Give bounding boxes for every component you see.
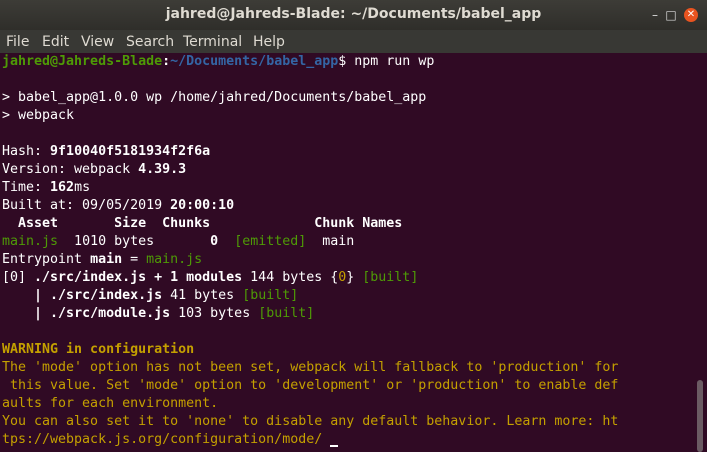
warning-line: The 'mode' option has not been set, webp… [2, 360, 619, 375]
built-badge: [built] [362, 270, 419, 285]
time-value: 162 [50, 180, 75, 195]
module-row: | ./src/index.js 41 bytes [built] [2, 287, 298, 305]
built-at-time: 20:00:10 [170, 198, 235, 213]
module-path: ./src/index.js [50, 288, 163, 303]
emitted-badge: [emitted] [234, 234, 307, 249]
version-value: 4.39.3 [138, 162, 187, 177]
asset-chunk: 0 [210, 234, 219, 249]
module-path: ./src/module.js [50, 306, 171, 321]
asset-chunk-name: main [306, 234, 355, 249]
menu-help[interactable]: Help [253, 34, 285, 50]
built-badge: [built] [258, 306, 315, 321]
scrollbar-thumb[interactable] [697, 380, 703, 452]
version-label: Version: webpack [2, 162, 139, 177]
asset-size: 1010 bytes [58, 234, 211, 249]
version-line: Version: webpack 4.39.3 [2, 161, 186, 179]
window-title: jahred@Jahreds-Blade: ~/Documents/babel_… [165, 6, 542, 22]
module-row: | ./src/module.js 103 bytes [built] [2, 305, 314, 323]
prompt-command: npm run wp [346, 54, 435, 69]
menu-edit[interactable]: Edit [42, 34, 69, 50]
warning-line: tps://webpack.js.org/configuration/mode/ [2, 431, 339, 449]
module-size: 103 bytes [170, 306, 259, 321]
module-row: [0] ./src/index.js + 1 modules 144 bytes… [2, 269, 418, 287]
menu-view[interactable]: View [81, 34, 114, 50]
maximize-icon[interactable]: □ [664, 8, 678, 22]
hash-line: Hash: 9f10040f5181934f2f6a [2, 143, 210, 161]
module-path: ./src/index.js + 1 modules [34, 270, 243, 285]
hash-label: Hash: [2, 144, 51, 159]
asset-row: main.js 1010 bytes 0 [emitted] main [2, 233, 354, 251]
time-line: Time: 162ms [2, 179, 90, 197]
text-cursor [330, 445, 339, 447]
warning-line: aults for each environment. [2, 396, 219, 411]
module-size: 41 bytes [162, 288, 243, 303]
module-prefix: | [2, 288, 51, 303]
asset-gap [218, 234, 234, 249]
warning-line: this value. Set 'mode' option to 'develo… [2, 378, 619, 393]
terminal-output[interactable]: jahred@Jahreds-Blade:~/Documents/babel_a… [2, 53, 692, 452]
warning-url: tps://webpack.js.org/configuration/mode/ [2, 432, 323, 447]
prompt-separator: : [162, 54, 171, 69]
prompt-path: ~/Documents/babel_app [170, 54, 339, 69]
menu-bar: File Edit View Search Terminal Help [0, 30, 707, 53]
built-at-label: Built at: 09/05/2019 [2, 198, 171, 213]
prompt-user-host: jahred@Jahreds-Blade [2, 54, 163, 69]
module-size: 144 bytes { [242, 270, 339, 285]
hash-value: 9f10040f5181934f2f6a [50, 144, 211, 159]
time-unit: ms [74, 180, 91, 195]
module-close: } [346, 270, 363, 285]
menu-terminal[interactable]: Terminal [183, 34, 242, 50]
asset-table-header: Asset Size Chunks Chunk Names [2, 216, 403, 231]
menu-file[interactable]: File [6, 34, 29, 50]
warning-line: You can also set it to 'none' to disable… [2, 414, 619, 429]
built-at-line: Built at: 09/05/2019 20:00:10 [2, 197, 234, 215]
npm-script-line: > babel_app@1.0.0 wp /home/jahred/Docume… [2, 90, 427, 105]
close-icon[interactable]: ✕ [684, 8, 698, 22]
terminal-window: jahred@Jahreds-Blade: ~/Documents/babel_… [0, 0, 707, 452]
built-badge: [built] [242, 288, 299, 303]
minimize-icon[interactable]: – [648, 8, 662, 22]
entrypoint-name: main [90, 252, 123, 267]
menu-search[interactable]: Search [126, 34, 174, 50]
warning-heading: WARNING in configuration [2, 342, 195, 357]
npm-command-line: > webpack [2, 108, 75, 123]
entrypoint-file: main.js [146, 252, 203, 267]
module-id: [0] [2, 270, 35, 285]
prompt-line: jahred@Jahreds-Blade:~/Documents/babel_a… [2, 53, 434, 71]
time-label: Time: [2, 180, 51, 195]
entrypoint-label: Entrypoint [2, 252, 91, 267]
entrypoint-eq: = [122, 252, 147, 267]
module-prefix: | [2, 306, 51, 321]
asset-name: main.js [2, 234, 59, 249]
entrypoint-line: Entrypoint main = main.js [2, 251, 202, 269]
title-bar[interactable]: jahred@Jahreds-Blade: ~/Documents/babel_… [0, 0, 707, 30]
